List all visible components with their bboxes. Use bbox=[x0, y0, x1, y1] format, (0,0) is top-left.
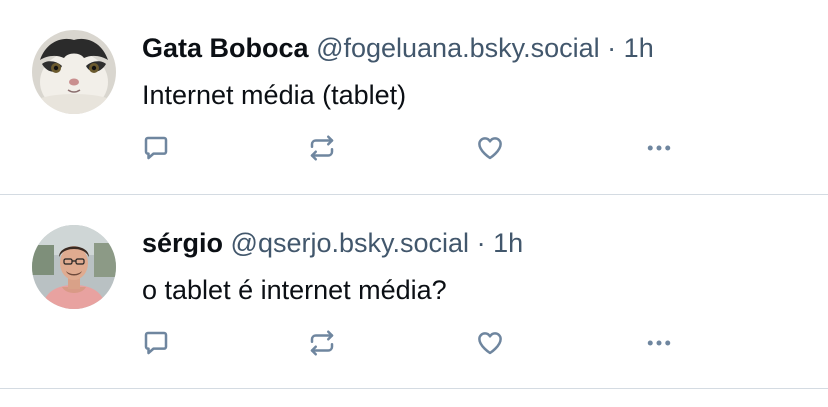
more-icon bbox=[647, 340, 671, 346]
reply-button[interactable] bbox=[136, 128, 176, 168]
post-header: sérgio @qserjo.bsky.social · 1h bbox=[142, 225, 523, 261]
post-header: Gata Boboca @fogeluana.bsky.social · 1h bbox=[142, 30, 654, 66]
repost-button[interactable] bbox=[302, 128, 342, 168]
more-icon bbox=[647, 145, 671, 151]
person-avatar-image bbox=[32, 225, 116, 309]
post-item[interactable]: Gata Boboca @fogeluana.bsky.social · 1h … bbox=[0, 0, 828, 195]
post-text: o tablet é internet média? bbox=[142, 275, 447, 305]
reply-button[interactable] bbox=[136, 323, 176, 363]
more-options-button[interactable] bbox=[639, 128, 679, 168]
more-options-button[interactable] bbox=[639, 323, 679, 363]
post-actions bbox=[136, 323, 696, 363]
like-icon bbox=[478, 137, 502, 160]
like-button[interactable] bbox=[470, 323, 510, 363]
avatar[interactable] bbox=[32, 225, 116, 309]
handle[interactable]: @fogeluana.bsky.social bbox=[316, 33, 600, 63]
display-name[interactable]: Gata Boboca bbox=[142, 33, 309, 63]
separator-dot: · bbox=[607, 33, 617, 63]
post-item[interactable]: sérgio @qserjo.bsky.social · 1h o tablet… bbox=[0, 195, 828, 389]
avatar[interactable] bbox=[32, 30, 116, 114]
post-time[interactable]: 1h bbox=[624, 33, 654, 63]
cat-avatar-image bbox=[32, 30, 116, 114]
post-feed: Gata Boboca @fogeluana.bsky.social · 1h … bbox=[0, 0, 828, 407]
reply-icon bbox=[144, 331, 168, 355]
post-text: Internet média (tablet) bbox=[142, 80, 407, 110]
repost-button[interactable] bbox=[302, 323, 342, 363]
post-actions bbox=[136, 128, 696, 168]
repost-icon bbox=[310, 330, 334, 356]
display-name[interactable]: sérgio bbox=[142, 228, 223, 258]
post-time[interactable]: 1h bbox=[493, 228, 523, 258]
handle[interactable]: @qserjo.bsky.social bbox=[231, 228, 470, 258]
reply-icon bbox=[144, 136, 168, 160]
repost-icon bbox=[310, 135, 334, 161]
separator-dot: · bbox=[476, 228, 486, 258]
like-icon bbox=[478, 332, 502, 355]
like-button[interactable] bbox=[470, 128, 510, 168]
